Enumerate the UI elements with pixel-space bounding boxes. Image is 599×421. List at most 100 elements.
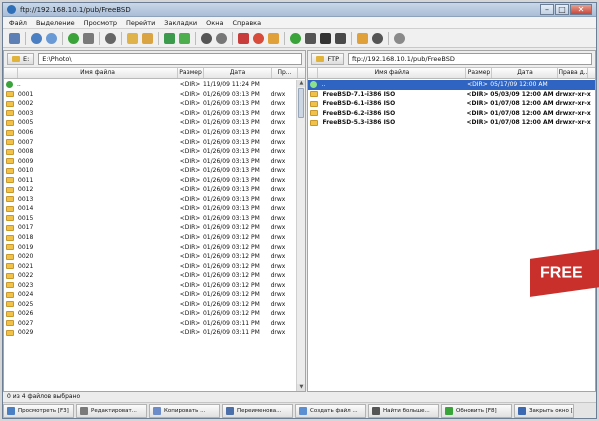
close-button[interactable]: ✕ (570, 4, 592, 15)
table-row[interactable]: .. <DIR> 05/17/09 12:00 AM (308, 80, 595, 90)
col-name[interactable]: Имя файла (18, 68, 178, 78)
home-icon[interactable] (83, 32, 94, 44)
table-row[interactable]: 0005 <DIR> 01/26/09 03:13 PM drwx (4, 118, 296, 128)
table-row[interactable]: FreeBSD-7.1-i386 ISO <DIR> 05/03/09 12:00 … (308, 90, 595, 100)
col-size[interactable]: Размер (178, 68, 204, 78)
left-scrollbar[interactable]: ▲ ▼ (296, 80, 306, 391)
col-size[interactable]: Размер (466, 68, 493, 78)
back-icon[interactable] (31, 32, 42, 44)
file-size: <DIR> (466, 90, 489, 98)
folder-icon[interactable] (127, 32, 138, 44)
menu-bookmarks[interactable]: Закладки (164, 19, 197, 27)
table-row[interactable]: FreeBSD-6.2-i386 ISO <DIR> 01/07/08 12:00 … (308, 109, 595, 119)
table-row[interactable]: 0003 <DIR> 01/26/09 03:13 PM drwx (4, 109, 296, 119)
disconnect-icon[interactable] (216, 32, 227, 44)
file-size: <DIR> (466, 100, 489, 108)
right-drive-button[interactable]: FTP (311, 53, 344, 65)
function-key-button[interactable]: Обновить [F8] (441, 404, 512, 418)
key-icon[interactable] (268, 32, 279, 44)
connect-icon[interactable] (201, 32, 212, 44)
function-key-button[interactable]: Создать файл ... (295, 404, 366, 418)
monitor-icon[interactable] (335, 32, 346, 44)
table-row[interactable]: 0011 <DIR> 01/26/09 03:13 PM drwx (4, 175, 296, 185)
menu-bar: Файл Выделение Просмотр Перейти Закладки… (3, 17, 596, 29)
col-icon[interactable] (308, 68, 319, 78)
table-row[interactable]: 0015 <DIR> 01/26/09 03:13 PM drwx (4, 214, 296, 224)
scroll-up-icon[interactable]: ▲ (297, 80, 306, 87)
stop-icon[interactable] (105, 32, 116, 44)
table-row[interactable]: .. <DIR> 11/19/09 11:24 PM (4, 80, 296, 90)
table-row[interactable]: 0009 <DIR> 01/26/09 03:13 PM drwx (4, 156, 296, 166)
menu-help[interactable]: Справка (232, 19, 261, 27)
scroll-thumb[interactable] (298, 88, 305, 118)
function-key-button[interactable]: Найти больше... (368, 404, 439, 418)
minimize-button[interactable]: – (540, 4, 554, 15)
file-date: 01/26/09 03:13 PM (202, 90, 260, 98)
folder-icon (6, 291, 14, 298)
function-key-button[interactable]: Переименова... (222, 404, 293, 418)
col-icon[interactable] (4, 68, 18, 78)
info-icon[interactable] (372, 32, 383, 44)
forward-icon[interactable] (46, 32, 57, 44)
right-path-input[interactable] (348, 53, 592, 65)
function-key-icon (372, 407, 380, 415)
maximize-button[interactable]: □ (555, 4, 569, 15)
col-name[interactable]: Имя файла (318, 68, 467, 78)
heart-icon[interactable] (238, 32, 249, 44)
globe-icon[interactable] (290, 32, 301, 44)
file-size: <DIR> (179, 186, 201, 194)
table-row[interactable]: 0001 <DIR> 01/26/09 03:13 PM drwx (4, 90, 296, 100)
table-row[interactable]: FreeBSD-6.1-i386 ISO <DIR> 01/07/08 12:00 … (308, 99, 595, 109)
function-key-button[interactable]: Копировать ... (149, 404, 220, 418)
table-row[interactable]: 0026 <DIR> 01/26/09 03:12 PM drwx (4, 309, 296, 319)
terminal-icon[interactable] (320, 32, 331, 44)
sync-icon[interactable] (305, 32, 316, 44)
col-date[interactable]: Дата (204, 68, 272, 78)
pencil-icon[interactable] (357, 32, 368, 44)
table-row[interactable]: 0021 <DIR> 01/26/09 03:12 PM drwx (4, 261, 296, 271)
table-row[interactable]: 0010 <DIR> 01/26/09 03:13 PM drwx (4, 166, 296, 176)
col-perm[interactable]: Права д... (558, 68, 589, 78)
table-row[interactable]: 0012 <DIR> 01/26/09 03:13 PM drwx (4, 185, 296, 195)
table-row[interactable]: 0022 <DIR> 01/26/09 03:12 PM drwx (4, 271, 296, 281)
left-column-header: Имя файла Размер Дата Пр... (4, 68, 306, 79)
table-row[interactable]: 0007 <DIR> 01/26/09 03:13 PM drwx (4, 137, 296, 147)
menu-selection[interactable]: Выделение (36, 19, 75, 27)
move-icon[interactable] (179, 32, 190, 44)
file-attr: drwx (270, 214, 286, 222)
table-row[interactable]: 0014 <DIR> 01/26/09 03:13 PM drwx (4, 204, 296, 214)
left-drive-button[interactable]: E: (7, 53, 35, 65)
table-row[interactable]: 0008 <DIR> 01/26/09 03:13 PM drwx (4, 147, 296, 157)
col-date[interactable]: Дата (492, 68, 559, 78)
table-row[interactable]: 0019 <DIR> 01/26/09 03:12 PM drwx (4, 242, 296, 252)
table-row[interactable]: 0002 <DIR> 01/26/09 03:13 PM drwx (4, 99, 296, 109)
table-row[interactable]: 0013 <DIR> 01/26/09 03:13 PM drwx (4, 195, 296, 205)
table-row[interactable]: FreeBSD-5.3-i386 ISO <DIR> 01/07/08 12:00 … (308, 118, 595, 128)
file-date: 01/26/09 03:12 PM (202, 234, 260, 242)
table-row[interactable]: 0020 <DIR> 01/26/09 03:12 PM drwx (4, 252, 296, 262)
table-row[interactable]: 0017 <DIR> 01/26/09 03:12 PM drwx (4, 223, 296, 233)
menu-view[interactable]: Просмотр (84, 19, 117, 27)
menu-go[interactable]: Перейти (126, 19, 155, 27)
scroll-down-icon[interactable]: ▼ (297, 384, 306, 391)
menu-windows[interactable]: Окна (206, 19, 223, 27)
table-row[interactable]: 0029 <DIR> 01/26/09 03:11 PM drwx (4, 328, 296, 338)
left-path-input[interactable] (38, 53, 303, 65)
menu-file[interactable]: Файл (9, 19, 27, 27)
table-row[interactable]: 0006 <DIR> 01/26/09 03:13 PM drwx (4, 128, 296, 138)
table-row[interactable]: 0023 <DIR> 01/26/09 03:12 PM drwx (4, 280, 296, 290)
new-window-icon[interactable] (9, 32, 20, 44)
copy-icon[interactable] (164, 32, 175, 44)
refresh-icon[interactable] (68, 32, 79, 44)
function-key-button[interactable]: Редактироват... (76, 404, 147, 418)
col-perm[interactable]: Пр... (272, 68, 298, 78)
table-row[interactable]: 0024 <DIR> 01/26/09 03:12 PM drwx (4, 290, 296, 300)
function-key-button[interactable]: Закрыть окно [... (514, 404, 574, 418)
delete-icon[interactable] (253, 32, 264, 44)
table-row[interactable]: 0025 <DIR> 01/26/09 03:12 PM drwx (4, 300, 296, 310)
gear-icon[interactable] (394, 32, 405, 44)
table-row[interactable]: 0018 <DIR> 01/26/09 03:12 PM drwx (4, 233, 296, 243)
table-row[interactable]: 0027 <DIR> 01/26/09 03:11 PM drwx (4, 319, 296, 329)
function-key-button[interactable]: Просмотреть [F3] (3, 404, 74, 418)
new-folder-icon[interactable] (142, 32, 153, 44)
